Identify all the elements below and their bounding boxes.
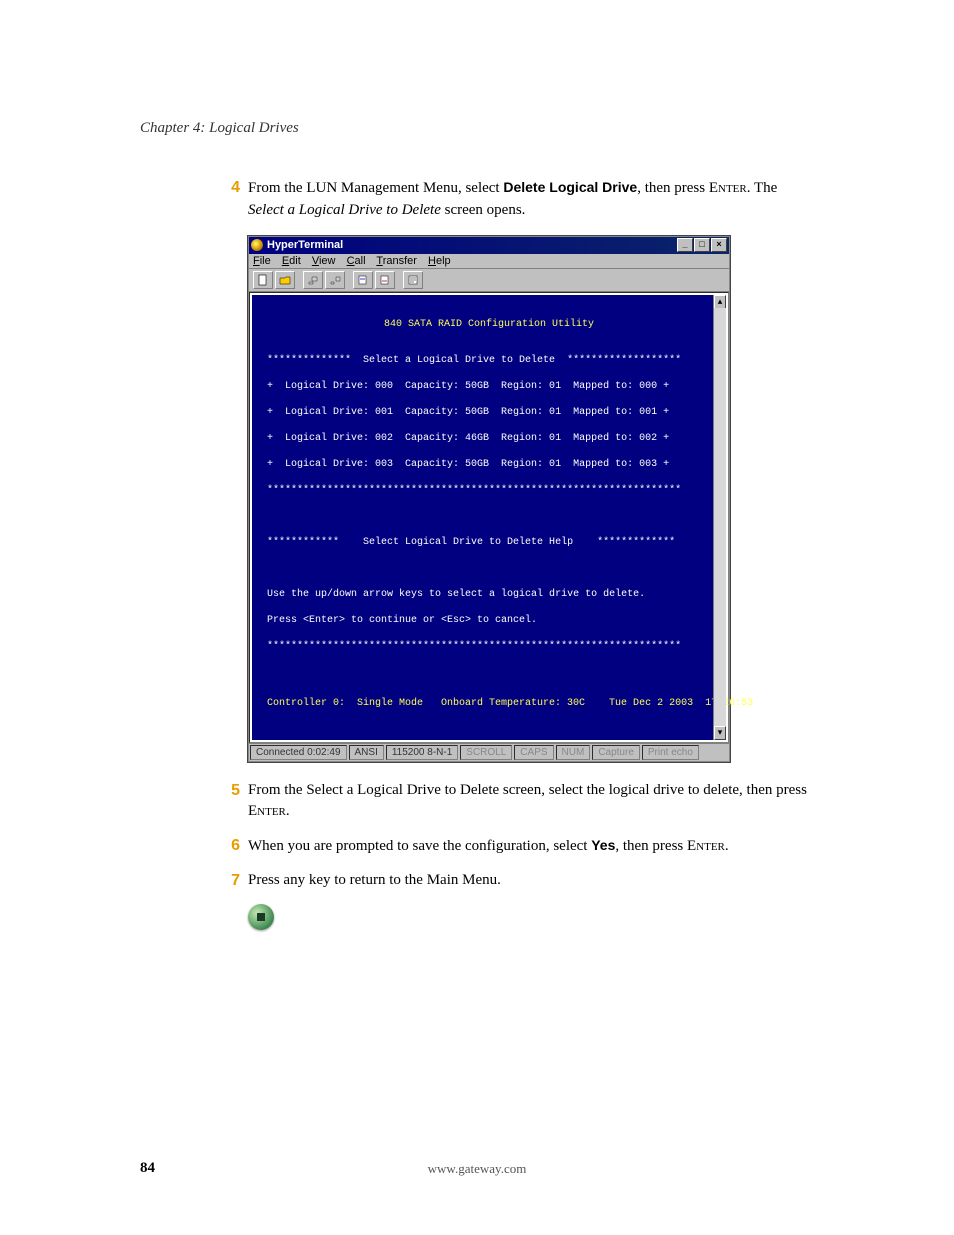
menu-transfer[interactable]: Transfer <box>376 255 417 267</box>
new-icon[interactable] <box>253 271 273 289</box>
drive-row[interactable]: + Logical Drive: 001 Capacity: 50GB Regi… <box>255 406 723 419</box>
titlebar: HyperTerminal _ □ × <box>249 237 729 254</box>
step-number: 6 <box>220 835 240 857</box>
send-icon[interactable] <box>353 271 373 289</box>
menu-option: Delete Logical Drive <box>503 179 637 195</box>
disconnect-icon[interactable] <box>325 271 345 289</box>
text: . The <box>747 180 778 196</box>
scroll-up-icon[interactable]: ▴ <box>714 295 726 309</box>
scroll-track[interactable] <box>714 308 726 727</box>
text: screen opens. <box>441 202 526 218</box>
close-button[interactable]: × <box>711 238 727 252</box>
text: From the Select a Logical Drive to Delet… <box>248 782 807 798</box>
step-6: 6 When you are prompted to save the conf… <box>220 835 814 858</box>
status-emulation: ANSI <box>349 745 384 760</box>
status-num: NUM <box>556 745 591 760</box>
help-text: Press <Enter> to continue or <Esc> to ca… <box>255 614 723 627</box>
text: From the LUN Management Menu, select <box>248 180 503 196</box>
text: When you are prompted to save the config… <box>248 838 591 854</box>
toolbar <box>249 269 729 292</box>
text: . <box>725 838 729 854</box>
step-4: 4 From the LUN Management Menu, select D… <box>220 177 814 222</box>
menu-edit[interactable]: Edit <box>282 255 301 267</box>
step-text: From the LUN Management Menu, select Del… <box>248 177 814 222</box>
key-name: Enter <box>248 803 286 819</box>
menubar: File Edit View Call Transfer Help <box>249 254 729 269</box>
status-baud: 115200 8-N-1 <box>386 745 458 760</box>
maximize-button[interactable]: □ <box>694 238 710 252</box>
app-icon <box>251 239 263 251</box>
step-5: 5 From the Select a Logical Drive to Del… <box>220 780 814 824</box>
terminal-content[interactable]: 840 SATA RAID Configuration Utility ****… <box>252 295 726 740</box>
text: . <box>286 803 290 819</box>
chapter-header: Chapter 4: Logical Drives <box>140 120 814 137</box>
window-title: HyperTerminal <box>267 239 676 251</box>
text: , then press <box>615 838 687 854</box>
key-name: Enter <box>709 180 747 196</box>
status-capture: Capture <box>592 745 640 760</box>
hyperterminal-window: HyperTerminal _ □ × File Edit View Call … <box>248 236 730 762</box>
key-name: Enter <box>687 838 725 854</box>
status-scroll: SCROLL <box>460 745 512 760</box>
status-caps: CAPS <box>514 745 553 760</box>
drive-row[interactable]: + Logical Drive: 002 Capacity: 46GB Regi… <box>255 432 723 445</box>
connect-icon[interactable] <box>303 271 323 289</box>
menu-file[interactable]: File <box>253 255 271 267</box>
text: , then press <box>637 180 709 196</box>
status-print: Print echo <box>642 745 699 760</box>
stop-icon <box>257 913 265 921</box>
step-7: 7 Press any key to return to the Main Me… <box>220 870 814 892</box>
menu-view[interactable]: View <box>312 255 336 267</box>
section-title: ************** Select a Logical Drive to… <box>255 354 723 367</box>
scrollbar[interactable]: ▴ ▾ <box>713 295 726 740</box>
drive-row[interactable]: + Logical Drive: 000 Capacity: 50GB Regi… <box>255 380 723 393</box>
step-text: Press any key to return to the Main Menu… <box>248 870 814 892</box>
properties-icon[interactable] <box>403 271 423 289</box>
status-connection: Connected 0:02:49 <box>250 745 347 760</box>
drive-row[interactable]: + Logical Drive: 003 Capacity: 50GB Regi… <box>255 458 723 471</box>
step-text: When you are prompted to save the config… <box>248 835 814 858</box>
divider: ****************************************… <box>255 640 723 653</box>
menu-call[interactable]: Call <box>347 255 366 267</box>
receive-icon[interactable] <box>375 271 395 289</box>
divider: ****************************************… <box>255 484 723 497</box>
terminal-area: 840 SATA RAID Configuration Utility ****… <box>249 292 729 743</box>
step-text: From the Select a Logical Drive to Delet… <box>248 780 814 824</box>
blank <box>255 510 723 523</box>
open-icon[interactable] <box>275 271 295 289</box>
utility-title: 840 SATA RAID Configuration Utility <box>255 310 723 341</box>
menu-option: Yes <box>591 837 615 853</box>
step-number: 5 <box>220 780 240 802</box>
terminal-footer: Controller 0: Single Mode Onboard Temper… <box>255 692 723 712</box>
scroll-down-icon[interactable]: ▾ <box>714 726 726 740</box>
end-of-section-icon <box>248 904 274 930</box>
help-title: ************ Select Logical Drive to Del… <box>255 536 723 549</box>
statusbar: Connected 0:02:49 ANSI 115200 8-N-1 SCRO… <box>249 743 729 761</box>
menu-help[interactable]: Help <box>428 255 451 267</box>
step-number: 7 <box>220 870 240 892</box>
blank <box>255 562 723 575</box>
footer-url: www.gateway.com <box>0 1161 954 1177</box>
step-number: 4 <box>220 177 240 199</box>
blank <box>255 666 723 679</box>
minimize-button[interactable]: _ <box>677 238 693 252</box>
screen-name: Select a Logical Drive to Delete <box>248 202 441 218</box>
help-text: Use the up/down arrow keys to select a l… <box>255 588 723 601</box>
